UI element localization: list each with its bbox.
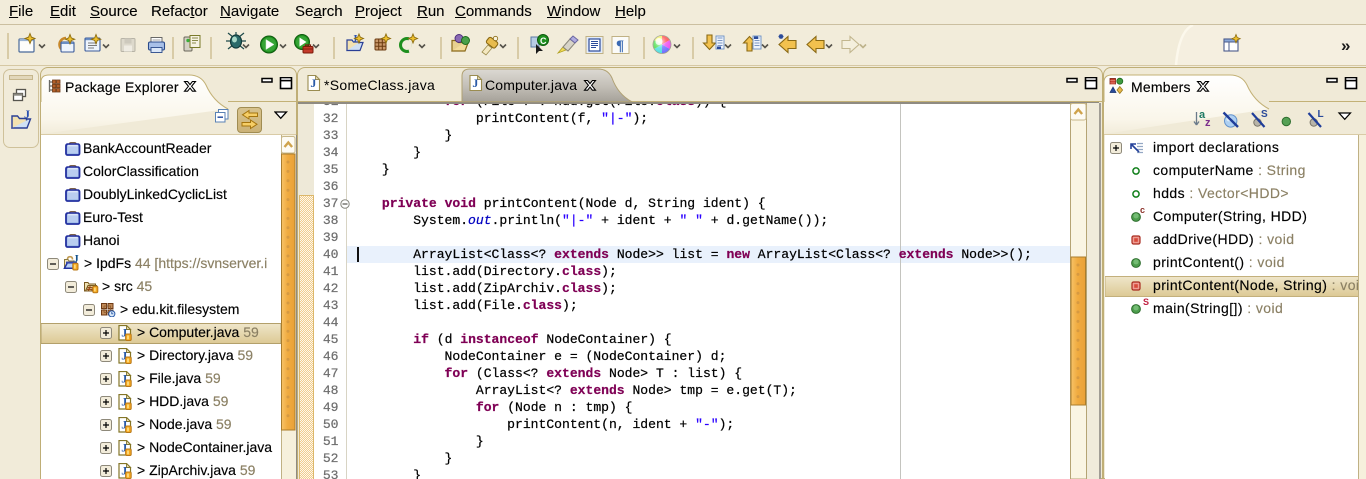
svg-text:J: J xyxy=(24,109,30,121)
svg-text:S: S xyxy=(1261,109,1268,120)
svg-text:L: L xyxy=(1318,109,1324,120)
svg-text:¶: ¶ xyxy=(616,38,624,54)
svg-text:z: z xyxy=(1205,117,1211,129)
svg-text:»: » xyxy=(1341,36,1350,55)
svg-text:C: C xyxy=(540,36,547,46)
